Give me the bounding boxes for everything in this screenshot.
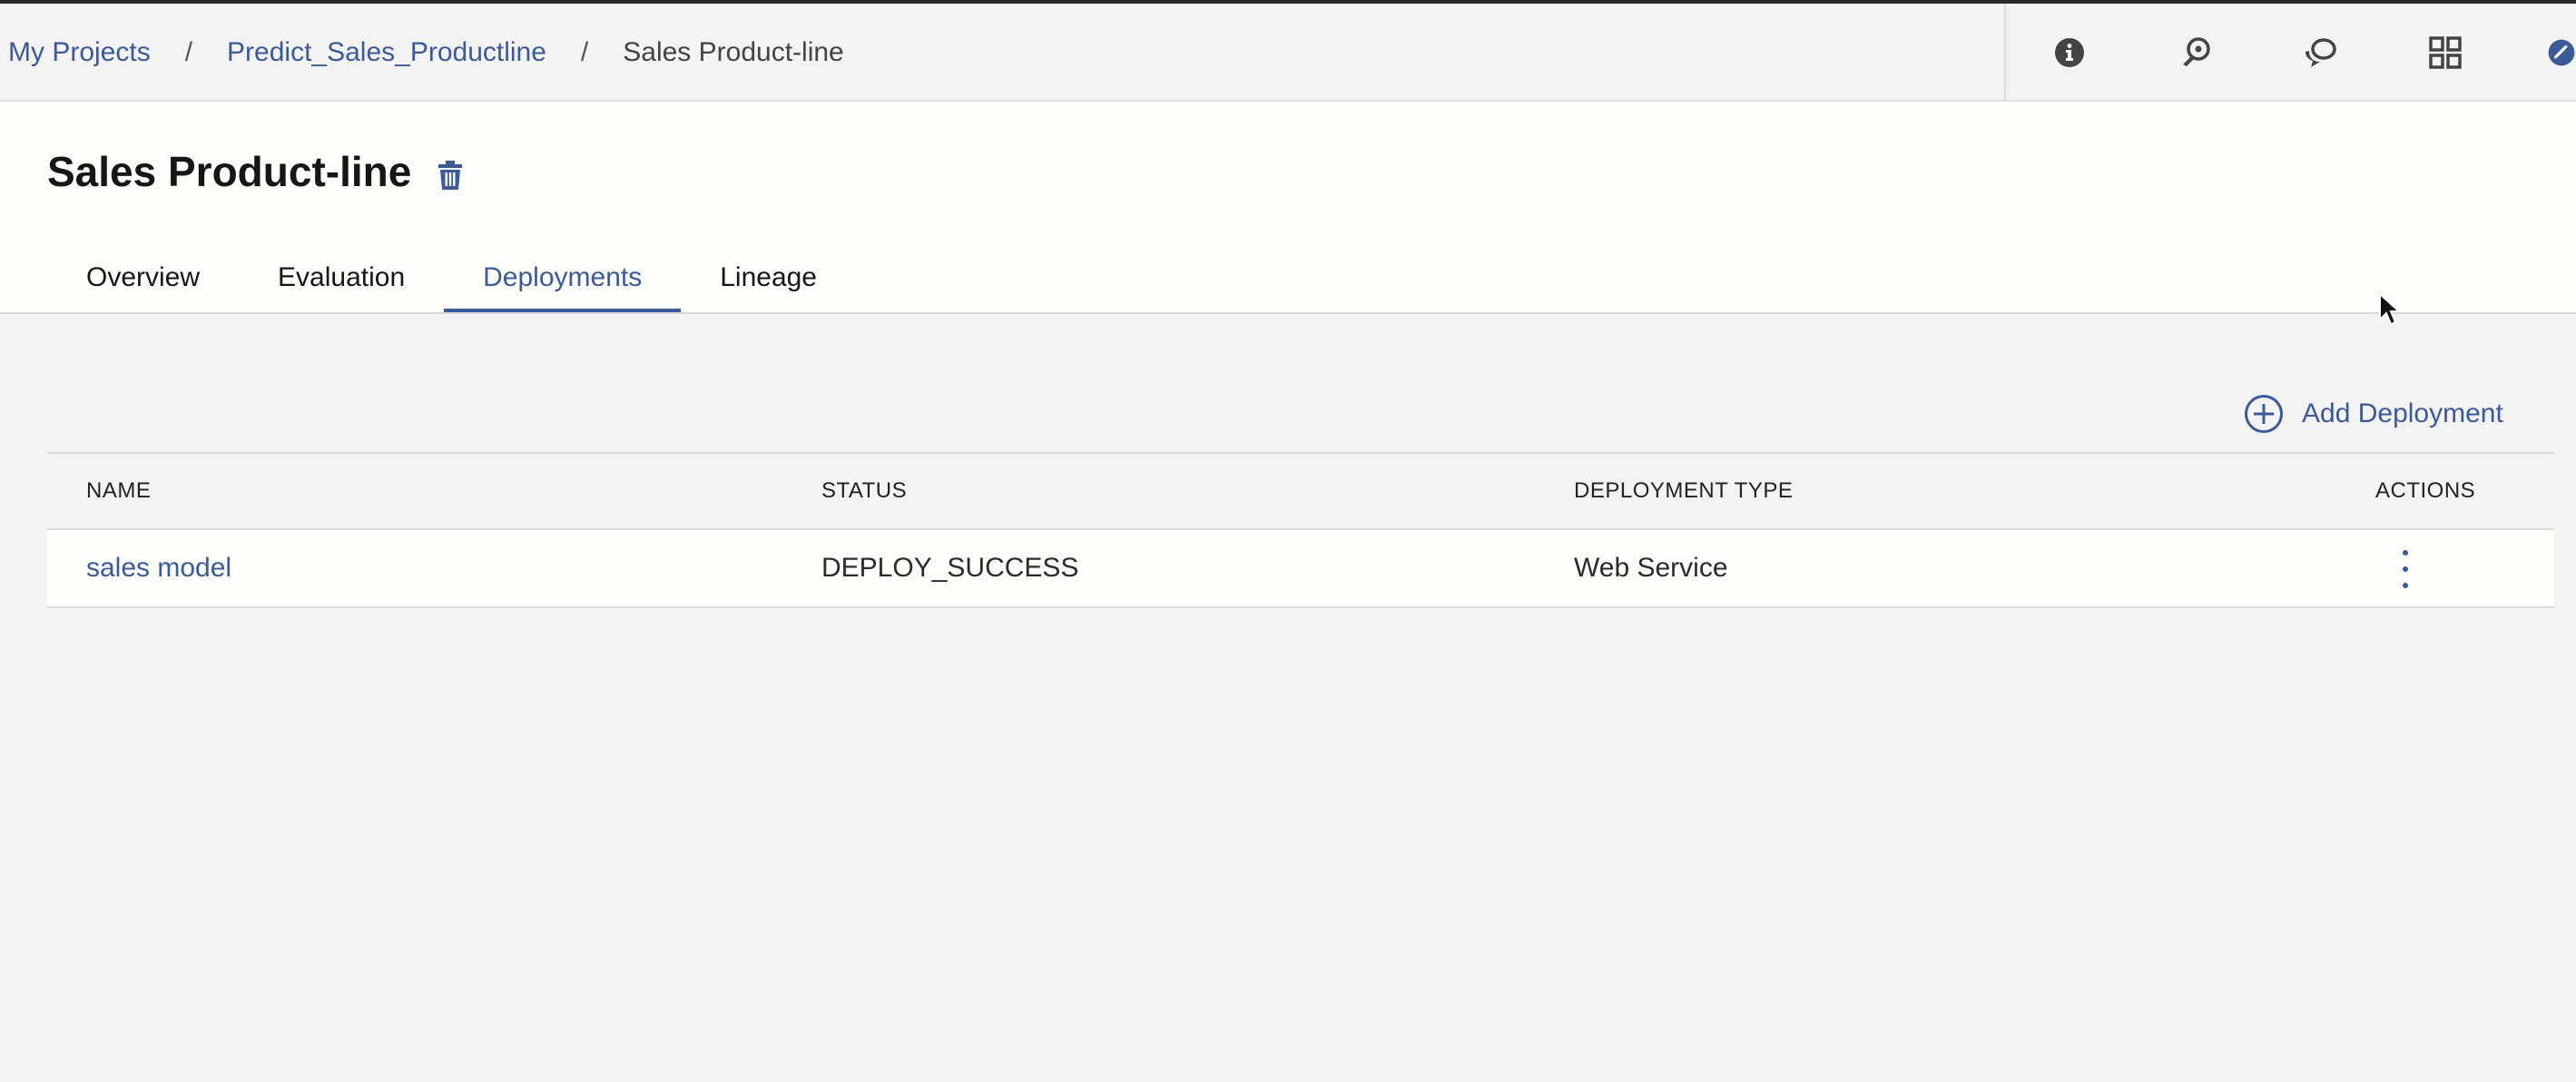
tab-lineage[interactable]: Lineage xyxy=(681,247,856,312)
apps-grid-icon xyxy=(2429,36,2462,69)
breadcrumb-project[interactable]: Predict_Sales_Productline xyxy=(227,37,546,68)
column-header-deployment-type[interactable]: DEPLOYMENT TYPE xyxy=(1574,454,1793,528)
page-header: Sales Product-line Overview Evaluation D… xyxy=(0,102,2576,314)
add-deployment-label: Add Deployment xyxy=(2302,398,2503,428)
tab-deployments[interactable]: Deployments xyxy=(444,247,682,312)
page-title: Sales Product-line xyxy=(47,148,412,195)
table-header: NAME STATUS DEPLOYMENT TYPE ACTIONS xyxy=(47,452,2554,530)
column-header-name[interactable]: NAME xyxy=(86,454,151,528)
user-avatar-icon xyxy=(2548,39,2575,66)
deployment-type: Web Service xyxy=(1574,553,1728,583)
deployments-table: NAME STATUS DEPLOYMENT TYPE ACTIONS sale… xyxy=(47,452,2554,608)
breadcrumb: My Projects / Predict_Sales_Productline … xyxy=(8,4,844,102)
tab-evaluation[interactable]: Evaluation xyxy=(239,247,444,312)
breadcrumb-current: Sales Product-line xyxy=(623,37,844,67)
table-row: sales model DEPLOY_SUCCESS Web Service xyxy=(47,530,2554,608)
overflow-menu-icon[interactable] xyxy=(2394,550,2416,588)
top-navigation-bar: My Projects / Predict_Sales_Productline … xyxy=(0,4,2576,102)
tab-list: Overview Evaluation Deployments Lineage xyxy=(47,247,856,312)
info-button[interactable] xyxy=(2046,29,2093,76)
plus-circle-icon xyxy=(2245,395,2283,433)
deployment-name-link[interactable]: sales model xyxy=(86,530,231,606)
chat-button[interactable] xyxy=(2296,29,2344,76)
breadcrumb-separator: / xyxy=(184,37,193,67)
feedback-icon xyxy=(2183,37,2210,66)
chat-icon xyxy=(2306,38,2336,67)
user-avatar-button[interactable] xyxy=(2547,29,2576,76)
feedback-button[interactable] xyxy=(2171,29,2218,76)
delete-button[interactable] xyxy=(434,156,467,194)
info-icon xyxy=(2055,38,2084,67)
deployment-status: DEPLOY_SUCCESS xyxy=(821,553,1079,583)
tab-overview[interactable]: Overview xyxy=(47,247,239,312)
apps-button[interactable] xyxy=(2422,29,2469,76)
column-header-actions: ACTIONS xyxy=(2375,478,2476,503)
column-header-status[interactable]: STATUS xyxy=(821,454,907,528)
toolbar-divider xyxy=(2004,4,2006,102)
trash-icon xyxy=(438,161,462,190)
mouse-cursor-icon xyxy=(2379,292,2402,326)
breadcrumb-separator: / xyxy=(580,37,589,67)
add-deployment-button[interactable]: Add Deployment xyxy=(2244,392,2503,436)
breadcrumb-my-projects[interactable]: My Projects xyxy=(8,37,151,68)
